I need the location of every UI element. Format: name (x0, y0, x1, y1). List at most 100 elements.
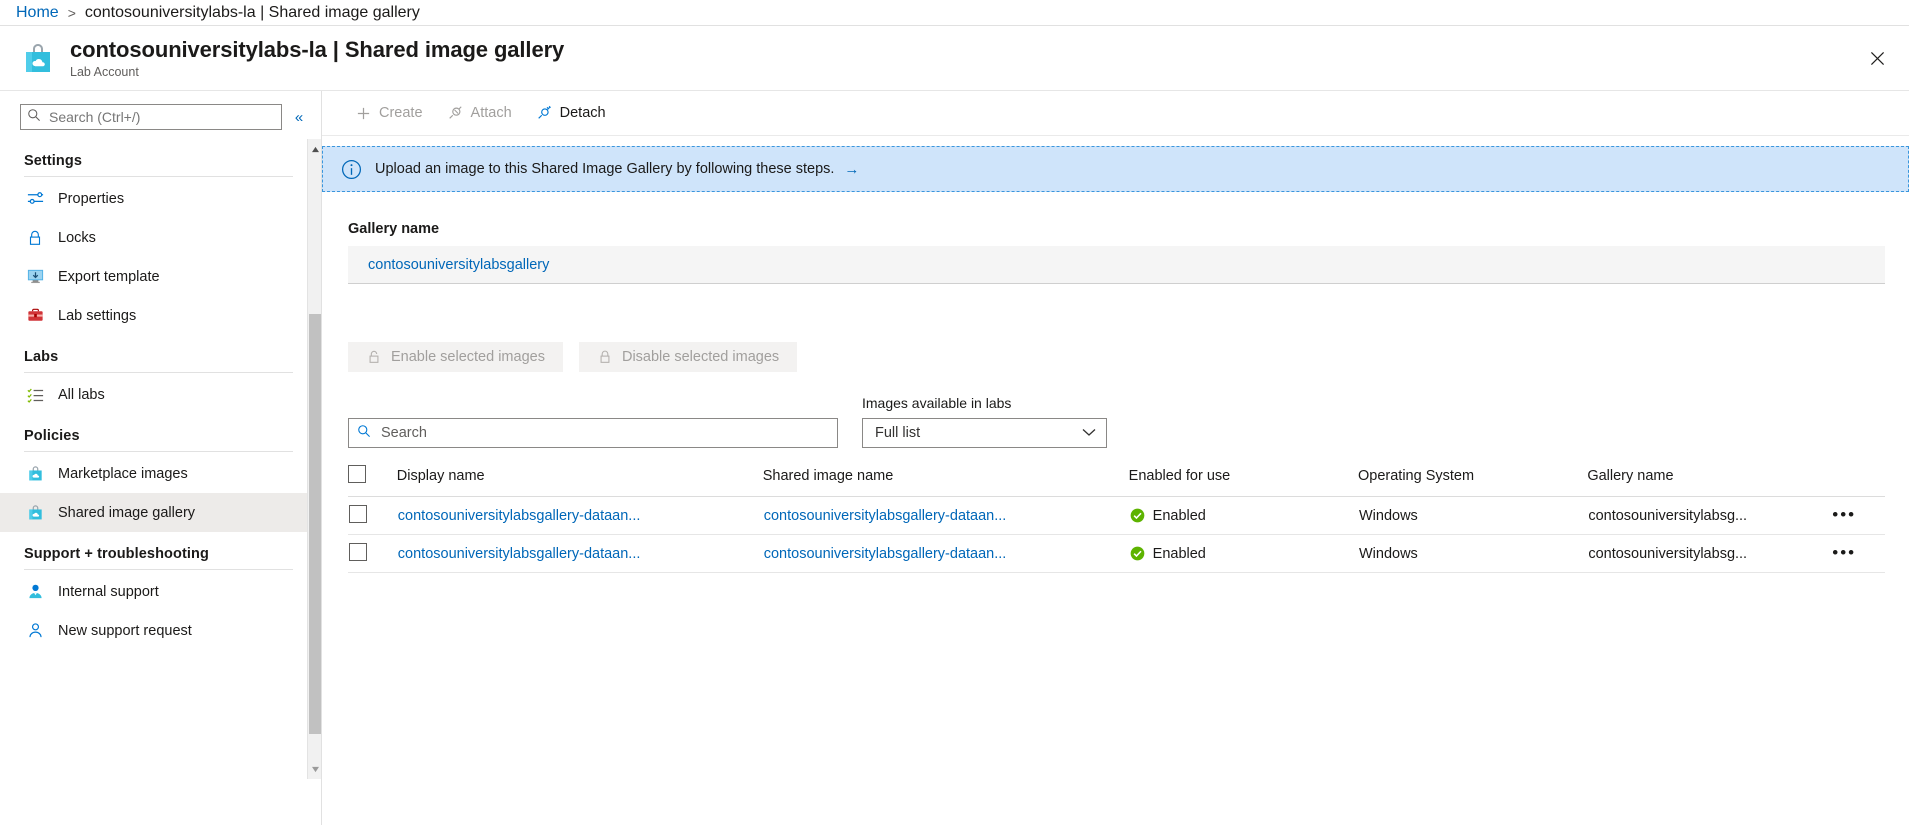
sidebar-item-new-support-request[interactable]: New support request (0, 611, 321, 650)
export-template-icon (24, 267, 46, 287)
info-banner: Upload an image to this Shared Image Gal… (322, 146, 1909, 192)
search-input[interactable] (47, 108, 275, 126)
sidebar-item-label: Shared image gallery (58, 504, 196, 521)
scroll-down-arrow-icon[interactable] (308, 761, 321, 777)
sidebar-item-properties[interactable]: Properties (0, 179, 321, 218)
detach-plug-icon (536, 105, 552, 121)
nav-group-title-policies: Policies (24, 428, 80, 444)
column-header-shared-image-name[interactable]: Shared image name (762, 465, 1129, 497)
cell-gallery-name: contosouniversitylabsg... (1587, 534, 1832, 573)
lab-account-bag-icon (20, 40, 56, 76)
table-search-box[interactable] (348, 418, 838, 448)
column-header-display-name[interactable]: Display name (396, 465, 763, 497)
sidebar-search-box[interactable] (20, 104, 282, 130)
blade-header: contosouniversitylabs-la | Shared image … (0, 26, 1909, 91)
row-context-menu-button[interactable]: ••• (1832, 543, 1856, 562)
nav-divider (24, 451, 293, 452)
row-checkbox[interactable] (349, 542, 367, 561)
sidebar-item-shared-image-gallery[interactable]: Shared image gallery (0, 493, 321, 532)
display-name-link[interactable]: contosouniversitylabsgallery-dataan... (398, 546, 762, 562)
marketplace-bag-icon (24, 464, 46, 484)
breadcrumb-home-link[interactable]: Home (16, 4, 59, 22)
sidebar-item-label: New support request (58, 622, 192, 639)
sidebar-item-label: Export template (58, 268, 160, 285)
gallery-name-link[interactable]: contosouniversitylabsgallery (368, 257, 549, 273)
column-header-enabled-for-use[interactable]: Enabled for use (1128, 465, 1358, 497)
images-available-value: Full list (875, 425, 921, 441)
breadcrumb-current: contosouniversitylabs-la | Shared image … (84, 3, 420, 21)
sidebar-item-label: Locks (58, 229, 96, 246)
sidebar-item-label: All labs (58, 386, 105, 403)
close-icon[interactable] (1861, 42, 1893, 74)
content-pad: Gallery name contosouniversitylabsgaller… (322, 221, 1909, 573)
sidebar-nav-list: Settings Properties Locks Export templat… (0, 139, 321, 650)
breadcrumb-separator: > (67, 4, 76, 21)
breadcrumb: Home > contosouniversitylabs-la | Shared… (0, 0, 1909, 26)
command-toolbar: Create Attach Detach (322, 91, 1909, 136)
page-title: contosouniversitylabs-la | Shared image … (70, 36, 565, 62)
cell-display-name: contosouniversitylabsgallery-dataan... (396, 496, 763, 535)
disable-selected-images-button[interactable]: Disable selected images (578, 342, 798, 372)
shared-image-name-link[interactable]: contosouniversitylabsgallery-dataan... (764, 508, 1128, 524)
nav-divider (24, 372, 293, 373)
detach-button[interactable]: Detach (524, 97, 618, 129)
cell-row-actions: ••• (1831, 496, 1885, 535)
page-subtitle: Lab Account (70, 64, 139, 79)
sidebar-item-locks[interactable]: Locks (0, 218, 321, 257)
scroll-up-arrow-icon[interactable] (308, 141, 321, 157)
nav-group-title-support: Support + troubleshooting (24, 546, 209, 562)
attach-button[interactable]: Attach (435, 97, 524, 129)
attach-plug-icon (447, 105, 463, 121)
table-row[interactable]: contosouniversitylabsgallery-dataan... c… (348, 496, 1885, 535)
table-row[interactable]: contosouniversitylabsgallery-dataan... c… (348, 534, 1885, 573)
images-available-dropdown[interactable]: Full list (862, 418, 1107, 448)
shared-images-table: Display name Shared image name Enabled f… (348, 465, 1885, 573)
lock-icon (597, 349, 613, 365)
images-available-label: Images available in labs (862, 395, 1012, 411)
briefcase-icon (24, 306, 46, 326)
sidebar-scrollbar[interactable] (307, 139, 321, 779)
sidebar-item-label: Lab settings (58, 307, 137, 324)
nav-divider (24, 569, 293, 570)
column-header-gallery-name[interactable]: Gallery name (1587, 465, 1832, 497)
cell-enabled-for-use: Enabled (1128, 534, 1358, 573)
plus-icon (356, 106, 371, 121)
sidebar-item-marketplace-images[interactable]: Marketplace images (0, 454, 321, 493)
images-available-filter: Images available in labs Full list (862, 395, 1107, 448)
info-banner-arrow-link[interactable]: → (844, 161, 859, 178)
check-circle-icon (1130, 508, 1145, 523)
disable-selected-images-label: Disable selected images (621, 349, 780, 365)
sidebar-item-all-labs[interactable]: All labs (0, 375, 321, 414)
info-icon (341, 159, 362, 180)
new-request-person-icon (24, 621, 46, 641)
cell-operating-system: Windows (1357, 534, 1588, 573)
gallery-name-label: Gallery name (348, 221, 440, 237)
table-search-input[interactable] (379, 424, 829, 442)
checklist-icon (24, 385, 46, 405)
sidebar-item-export-template[interactable]: Export template (0, 257, 321, 296)
blade-title-group: contosouniversitylabs-la | Shared image … (70, 37, 564, 80)
cell-shared-image-name: contosouniversitylabsgallery-dataan... (762, 534, 1129, 573)
sidebar-item-internal-support[interactable]: Internal support (0, 572, 321, 611)
scrollbar-thumb[interactable] (309, 314, 321, 734)
display-name-link[interactable]: contosouniversitylabsgallery-dataan... (398, 508, 762, 524)
unlock-icon (366, 349, 382, 365)
column-header-operating-system[interactable]: Operating System (1357, 465, 1588, 497)
support-person-icon (24, 582, 46, 602)
select-all-checkbox[interactable] (348, 465, 366, 483)
sidebar-item-label: Properties (58, 190, 125, 207)
chevron-down-icon (1082, 425, 1096, 441)
properties-icon (24, 189, 46, 209)
row-checkbox-cell (348, 496, 397, 535)
shared-gallery-bag-icon (24, 503, 46, 523)
row-context-menu-button[interactable]: ••• (1832, 505, 1856, 524)
sidebar-item-lab-settings[interactable]: Lab settings (0, 296, 321, 335)
create-button-label: Create (379, 105, 423, 121)
detach-button-label: Detach (559, 105, 606, 121)
create-button[interactable]: Create (344, 97, 435, 129)
enable-selected-images-button[interactable]: Enable selected images (348, 342, 563, 372)
collapse-sidebar-button[interactable]: « (290, 109, 308, 126)
shared-image-name-link[interactable]: contosouniversitylabsgallery-dataan... (764, 546, 1128, 562)
row-checkbox[interactable] (349, 504, 367, 523)
cell-gallery-name: contosouniversitylabsg... (1587, 496, 1832, 535)
